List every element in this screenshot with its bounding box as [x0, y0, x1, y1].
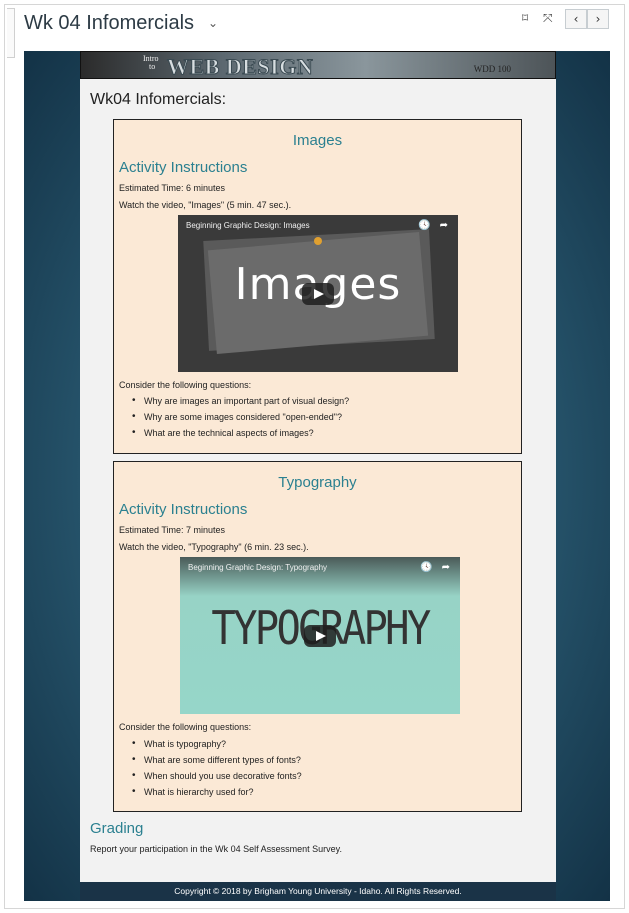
section-title: Images [292, 132, 343, 149]
watch-later-icon[interactable]: 🕓 [420, 562, 432, 573]
copyright-footer: Copyright © 2018 by Brigham Young Univer… [80, 882, 556, 901]
video-actions: 🕓 ➦ [418, 220, 448, 231]
typography-section: Typography Activity Instructions Estimat… [113, 461, 522, 812]
banner-intro-line2: to [149, 62, 156, 71]
questions-intro: Consider the following questions: [119, 380, 252, 390]
watch-instruction: Watch the video, "Typography" (6 min. 23… [119, 542, 309, 552]
video-actions: 🕓 ➦ [420, 562, 450, 573]
estimated-time: Estimated Time: 6 minutes [119, 183, 226, 193]
course-page: Intro to WEB DESIGN WDD 100 Wk04 Infomer… [80, 51, 556, 901]
question-item: Why are images an important part of visu… [132, 395, 349, 406]
video-title[interactable]: Beginning Graphic Design: Typography [188, 563, 327, 572]
course-code: WDD 100 [473, 64, 511, 74]
activity-instructions-heading: Activity Instructions [119, 501, 248, 518]
questions-intro: Consider the following questions: [119, 722, 252, 732]
question-item: What are the technical aspects of images… [132, 427, 314, 438]
expand-icon[interactable]: ⤧ [543, 11, 553, 26]
play-button[interactable] [304, 624, 336, 647]
banner-intro: Intro to [143, 55, 159, 71]
section-title: Typography [278, 474, 357, 491]
page-title: Wk 04 Infomercials [24, 12, 195, 34]
share-icon[interactable]: ➦ [442, 562, 450, 573]
video-title[interactable]: Beginning Graphic Design: Images [186, 221, 310, 230]
page-header: Wk 04 Infomercials ⌄ ⌑ ⤧ ‹ › [4, 4, 625, 48]
question-item: What is hierarchy used for? [132, 786, 253, 797]
estimated-time: Estimated Time: 7 minutes [119, 525, 226, 535]
activity-instructions-heading: Activity Instructions [119, 159, 248, 176]
grading-heading: Grading [90, 820, 144, 837]
question-item: Why are some images considered "open-end… [132, 411, 342, 422]
previous-button[interactable]: ‹ [565, 9, 587, 29]
bookmark-icon[interactable]: ⌑ [522, 11, 528, 25]
play-button[interactable] [302, 282, 334, 305]
share-icon[interactable]: ➦ [440, 220, 448, 231]
video-player-typography[interactable]: TYPOGRAPHY Beginning Graphic Design: Typ… [180, 557, 460, 714]
next-button[interactable]: › [587, 9, 609, 29]
watch-later-icon[interactable]: 🕓 [418, 220, 430, 231]
course-banner: Intro to WEB DESIGN WDD 100 [80, 51, 556, 79]
question-item: When should you use decorative fonts? [132, 770, 302, 781]
video-player-images[interactable]: Images Beginning Graphic Design: Images … [178, 215, 458, 372]
page-heading: Wk04 Infomercials: [90, 91, 227, 108]
grading-text: Report your participation in the Wk 04 S… [90, 844, 342, 854]
banner-title: WEB DESIGN [166, 54, 314, 79]
chevron-down-icon[interactable]: ⌄ [208, 16, 218, 30]
question-item: What are some different types of fonts? [132, 754, 301, 765]
images-section: Images Activity Instructions Estimated T… [113, 119, 522, 454]
pin-icon [314, 237, 322, 245]
content-stage: Intro to WEB DESIGN WDD 100 Wk04 Infomer… [24, 51, 610, 901]
watch-instruction: Watch the video, "Images" (5 min. 47 sec… [119, 200, 292, 210]
question-item: What is typography? [132, 738, 226, 749]
